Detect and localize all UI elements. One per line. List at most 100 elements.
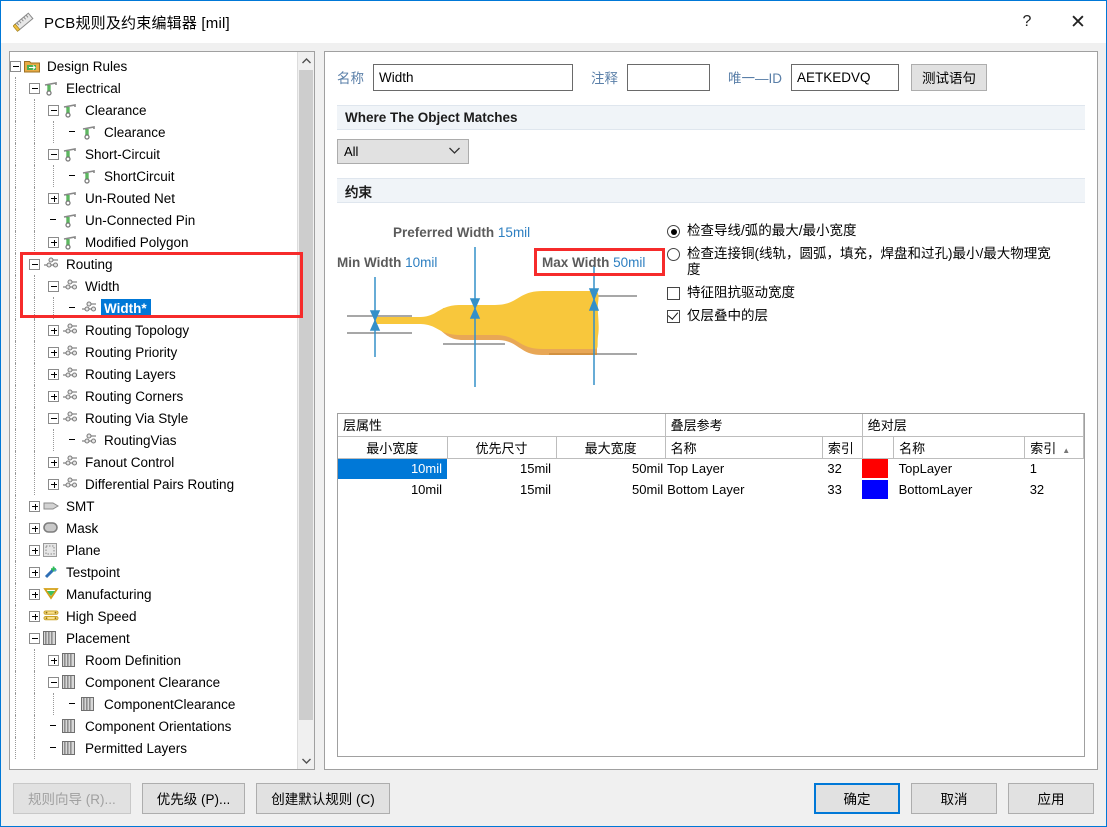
column-header-color-swatch[interactable] <box>862 436 895 459</box>
tree-expand-icon[interactable] <box>48 456 59 468</box>
tree-item-componentclearance[interactable]: ComponentClearance <box>10 693 297 715</box>
radio-0[interactable] <box>667 225 680 238</box>
cell-preferred[interactable]: 15mil <box>447 458 556 479</box>
tree-collapse-icon[interactable] <box>48 412 59 424</box>
tree-item-routing-layers[interactable]: Routing Layers <box>10 363 297 385</box>
cell-min-width[interactable]: 10mil <box>338 458 448 479</box>
cell-abs-index[interactable]: 32 <box>1025 479 1084 500</box>
tree-expand-icon[interactable] <box>29 522 40 534</box>
tree-item-smt[interactable]: SMT <box>10 495 297 517</box>
column-header-stack-name[interactable]: 名称 <box>665 436 823 459</box>
ok-button[interactable]: 确定 <box>814 782 900 814</box>
checkbox-option-3[interactable]: 仅层叠中的层 <box>667 308 1085 324</box>
group-header-layer-properties[interactable]: 层属性 <box>338 414 666 437</box>
checkbox-2[interactable] <box>667 287 680 300</box>
tree-collapse-icon[interactable] <box>48 148 59 160</box>
tree-expand-icon[interactable] <box>48 192 59 204</box>
tree-item-routingvias[interactable]: RoutingVias <box>10 429 297 451</box>
tree-item-plane[interactable]: Plane <box>10 539 297 561</box>
tree-collapse-icon[interactable] <box>10 60 21 72</box>
cell-stack-name[interactable]: Bottom Layer <box>665 479 822 500</box>
test-query-button[interactable]: 测试语句 <box>911 63 987 91</box>
tree-item-modified-polygon[interactable]: Modified Polygon <box>10 231 297 253</box>
tree-item-routing-topology[interactable]: Routing Topology <box>10 319 297 341</box>
tree-collapse-icon[interactable] <box>29 632 40 644</box>
column-header-min-width[interactable]: 最小宽度 <box>338 436 448 459</box>
tree-item-un-routed-net[interactable]: Un-Routed Net <box>10 187 297 209</box>
tree-collapse-icon[interactable] <box>29 82 40 94</box>
tree-item-short-circuit[interactable]: Short-Circuit <box>10 143 297 165</box>
cell-stack-name[interactable]: Top Layer <box>665 458 822 479</box>
column-header-preferred[interactable]: 优先尺寸 <box>447 436 557 459</box>
create-default-rules-button[interactable]: 创建默认规则 (C) <box>256 782 390 814</box>
cell-max-width[interactable]: 50mil <box>556 458 665 479</box>
tree-item-un-connected-pin[interactable]: Un-Connected Pin <box>10 209 297 231</box>
tree-item-design-rules[interactable]: Design Rules <box>10 55 297 77</box>
tree-expand-icon[interactable] <box>48 368 59 380</box>
cell-stack-index[interactable]: 32 <box>822 458 862 479</box>
tree-item-testpoint[interactable]: Testpoint <box>10 561 297 583</box>
comment-input[interactable] <box>627 63 710 91</box>
tree-expand-icon[interactable] <box>29 566 40 578</box>
tree-item-mask[interactable]: Mask <box>10 517 297 539</box>
tree-expand-icon[interactable] <box>48 390 59 402</box>
tree-expand-icon[interactable] <box>48 324 59 336</box>
radio-option-1[interactable]: 检查连接铜(线轨，圆弧，填充，焊盘和过孔)最小/最大物理宽度 <box>667 246 1085 278</box>
layer-width-table[interactable]: 层属性 叠层参考 绝对层 最小宽度 优先尺寸 最大宽度 名称 索引 名称 索引 … <box>337 413 1085 757</box>
tree-expand-icon[interactable] <box>48 346 59 358</box>
tree-item-shortcircuit[interactable]: ShortCircuit <box>10 165 297 187</box>
cell-abs-name[interactable]: BottomLayer <box>894 479 1025 500</box>
tree-expand-icon[interactable] <box>48 654 59 666</box>
column-header-abs-index[interactable]: 索引 ▲ <box>1024 436 1084 459</box>
checkbox-option-2[interactable]: 特征阻抗驱动宽度 <box>667 285 1085 301</box>
chevron-up-icon[interactable] <box>298 52 314 69</box>
column-header-max-width[interactable]: 最大宽度 <box>556 436 666 459</box>
tree-item-room-definition[interactable]: Room Definition <box>10 649 297 671</box>
tree-item-clearance[interactable]: Clearance <box>10 121 297 143</box>
apply-button[interactable]: 应用 <box>1008 782 1094 814</box>
table-row[interactable]: 10mil 15mil 50mil Bottom Layer 33 BottomLayer… <box>338 479 1083 500</box>
tree-expand-icon[interactable] <box>48 478 59 490</box>
column-header-stack-index[interactable]: 索引 <box>822 436 863 459</box>
help-button[interactable]: ? <box>1004 1 1050 43</box>
priority-button[interactable]: 优先级 (P)... <box>141 782 246 814</box>
tree-item-high-speed[interactable]: High Speed <box>10 605 297 627</box>
tree-item-routing-priority[interactable]: Routing Priority <box>10 341 297 363</box>
rules-tree[interactable]: Design Rules Electrical Clearance Clearance… <box>10 52 297 769</box>
group-header-absolute-layer[interactable]: 绝对层 <box>862 414 1084 437</box>
scope-select[interactable]: All <box>337 139 469 164</box>
radio-1[interactable] <box>667 248 680 261</box>
cell-layer-color[interactable] <box>862 479 893 500</box>
tree-item-differential-pairs-routing[interactable]: Differential Pairs Routing <box>10 473 297 495</box>
close-icon[interactable]: ✕ <box>1050 1 1106 43</box>
checkbox-3[interactable] <box>667 310 680 323</box>
tree-item-routing-corners[interactable]: Routing Corners <box>10 385 297 407</box>
tree-expand-icon[interactable] <box>29 544 40 556</box>
tree-item-permitted-layers[interactable]: Permitted Layers <box>10 737 297 759</box>
tree-expand-icon[interactable] <box>29 610 40 622</box>
cell-preferred[interactable]: 15mil <box>447 479 556 500</box>
table-row[interactable]: 10mil 15mil 50mil Top Layer 32 TopLayer 1 <box>338 458 1083 479</box>
cell-max-width[interactable]: 50mil <box>556 479 665 500</box>
tree-expand-icon[interactable] <box>29 588 40 600</box>
cell-abs-index[interactable]: 1 <box>1025 458 1084 479</box>
tree-collapse-icon[interactable] <box>48 676 59 688</box>
tree-item-routing-via-style[interactable]: Routing Via Style <box>10 407 297 429</box>
chevron-down-icon[interactable] <box>298 752 314 769</box>
tree-item-manufacturing[interactable]: Manufacturing <box>10 583 297 605</box>
scrollbar-thumb[interactable] <box>299 70 313 720</box>
group-header-stackup-reference[interactable]: 叠层参考 <box>665 414 863 437</box>
tree-item-component-orientations[interactable]: Component Orientations <box>10 715 297 737</box>
cell-min-width[interactable]: 10mil <box>338 479 447 500</box>
tree-item-fanout-control[interactable]: Fanout Control <box>10 451 297 473</box>
name-input[interactable] <box>373 63 573 91</box>
radio-option-0[interactable]: 检查导线/弧的最大/最小宽度 <box>667 223 1085 239</box>
rule-wizard-button[interactable]: 规则向导 (R)... <box>13 782 131 814</box>
tree-item-component-clearance[interactable]: Component Clearance <box>10 671 297 693</box>
tree-collapse-icon[interactable] <box>48 104 59 116</box>
cancel-button[interactable]: 取消 <box>911 782 997 814</box>
tree-item-electrical[interactable]: Electrical <box>10 77 297 99</box>
tree-scrollbar[interactable] <box>297 52 314 769</box>
tree-item-clearance[interactable]: Clearance <box>10 99 297 121</box>
cell-abs-name[interactable]: TopLayer <box>894 458 1025 479</box>
